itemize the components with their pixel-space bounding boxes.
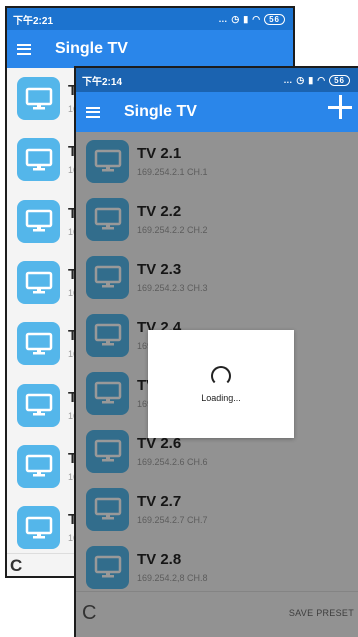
wifi-icon: ◠ — [252, 13, 262, 24]
front-phone-screen: 下午2:14 … ◷ ▮ ◠ 56 Single TV TV 2.1 169.25… — [74, 66, 358, 637]
status-bar: 下午2:21 … ◷ ▮ ◠ 56 — [7, 8, 293, 30]
tv-tile — [17, 383, 60, 427]
status-dots-icon: … — [218, 14, 229, 24]
signal-icon: ▮ — [308, 74, 315, 85]
alarm-icon: ◷ — [296, 74, 306, 85]
tv-tile — [17, 77, 60, 121]
status-time: 下午2:21 — [13, 15, 54, 27]
app-title: Single TV — [124, 103, 197, 120]
hamburger-menu-icon[interactable] — [17, 43, 31, 55]
signal-icon: ▮ — [243, 13, 250, 24]
wifi-icon: ◠ — [317, 74, 327, 85]
tv-tile — [17, 444, 60, 488]
tv-monitor-icon — [25, 148, 52, 171]
tv-tile — [17, 506, 60, 550]
battery-icon: 56 — [264, 13, 285, 25]
tv-monitor-icon — [25, 209, 52, 232]
loading-spinner-icon — [211, 365, 231, 386]
app-title: Single TV — [55, 40, 128, 57]
status-bar: 下午2:14 … ◷ ▮ ◠ 56 — [76, 68, 358, 92]
status-dots-icon: … — [283, 75, 294, 85]
status-time: 下午2:14 — [82, 76, 123, 88]
hamburger-menu-icon[interactable] — [86, 106, 100, 118]
status-icons: … ◷ ▮ ◠ 56 — [283, 74, 350, 86]
app-bar: Single TV — [7, 30, 293, 68]
alarm-icon: ◷ — [231, 13, 241, 24]
loading-dialog: Loading... — [148, 330, 294, 438]
tv-monitor-icon — [25, 393, 52, 416]
tv-monitor-icon — [25, 87, 52, 110]
loading-text: Loading... — [201, 392, 241, 403]
tv-monitor-icon — [25, 332, 52, 355]
app-bar: Single TV — [76, 92, 358, 132]
refresh-icon[interactable]: C — [10, 556, 22, 576]
tv-monitor-icon — [25, 271, 52, 294]
tv-monitor-icon — [25, 455, 52, 477]
tv-tile — [17, 322, 60, 366]
tv-monitor-icon — [25, 516, 52, 539]
tv-tile — [17, 199, 60, 243]
tv-tile — [17, 138, 60, 182]
battery-icon: 56 — [329, 74, 350, 86]
tv-tile — [17, 261, 60, 305]
add-tv-plus-icon[interactable] — [328, 95, 352, 119]
status-icons: … ◷ ▮ ◠ 56 — [218, 13, 285, 25]
